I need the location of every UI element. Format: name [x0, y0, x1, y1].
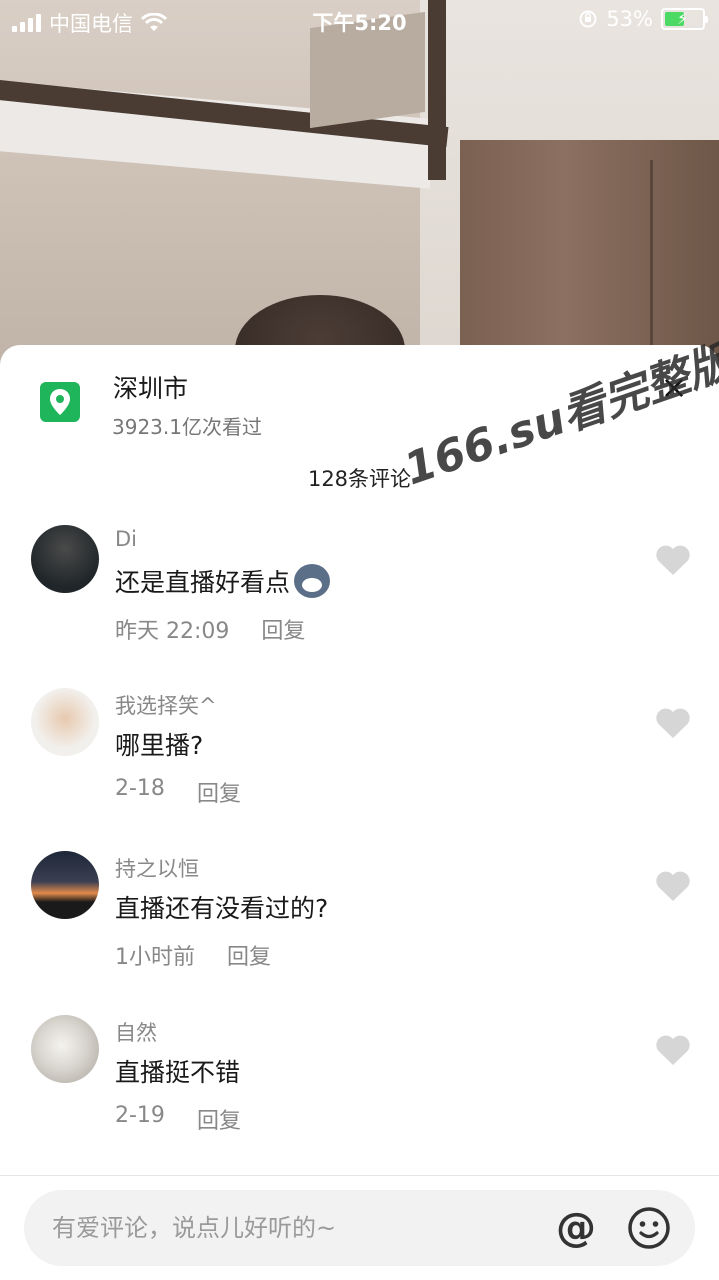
- comment-item[interactable]: Di 还是直播好看点 昨天 22:09 回复: [0, 525, 719, 675]
- comment-meta: 2-18 回复: [115, 776, 241, 808]
- comment-time: 1小时前: [115, 945, 195, 970]
- heart-icon[interactable]: [655, 1033, 691, 1067]
- wolf-face-icon: [294, 564, 331, 598]
- comment-meta: 1小时前 回复: [115, 939, 271, 971]
- avatar[interactable]: [31, 851, 99, 919]
- comment-item[interactable]: 我选择笑^ 哪里播? 2-18 回复: [0, 688, 719, 838]
- comment-author[interactable]: 持之以恒: [115, 853, 199, 883]
- at-mention-button[interactable]: @: [552, 1204, 600, 1252]
- reply-button[interactable]: 回复: [197, 1103, 241, 1135]
- reply-button[interactable]: 回复: [227, 939, 271, 971]
- status-bar: 中国电信 下午5:20 53% ⚡: [0, 0, 719, 40]
- video-background: [0, 0, 719, 380]
- comment-meta: 昨天 22:09 回复: [115, 613, 305, 645]
- comment-count: 128条评论: [307, 467, 412, 491]
- comment-text: 直播还有没看过的?: [115, 894, 329, 923]
- rotation-lock-icon: [579, 10, 597, 28]
- battery-percent: 53%: [606, 7, 653, 31]
- avatar[interactable]: [31, 1015, 99, 1083]
- comment-text: 哪里播?: [115, 731, 204, 760]
- comment-sheet: 深圳市 3923.1亿次看过 × 166.su看完整版 128条评论 Di 还是…: [0, 336, 719, 1280]
- heart-icon[interactable]: [655, 869, 691, 903]
- location-name[interactable]: 深圳市: [113, 369, 188, 405]
- location-view-count: 3923.1亿次看过: [112, 415, 262, 439]
- location-pin-icon: [40, 382, 80, 422]
- emoji-smile-icon[interactable]: [627, 1206, 671, 1250]
- comment-meta: 2-19 回复: [115, 1103, 241, 1135]
- comment-time: 昨天 22:09: [115, 619, 230, 644]
- comment-time: 2-19: [115, 1103, 165, 1128]
- comment-text: 还是直播好看点: [115, 563, 331, 599]
- comment-author[interactable]: 我选择笑^: [115, 690, 217, 720]
- heart-icon[interactable]: [655, 706, 691, 740]
- avatar[interactable]: [31, 688, 99, 756]
- comment-input[interactable]: [52, 1208, 512, 1248]
- comment-time: 2-18: [115, 776, 165, 801]
- heart-icon[interactable]: [655, 543, 691, 577]
- comment-author[interactable]: Di: [115, 527, 137, 551]
- comment-item[interactable]: 自然 直播挺不错 2-19 回复: [0, 1015, 719, 1165]
- reply-button[interactable]: 回复: [261, 613, 305, 645]
- comment-author[interactable]: 自然: [115, 1017, 157, 1047]
- comment-input-bar: @: [24, 1190, 695, 1266]
- avatar[interactable]: [31, 525, 99, 593]
- reply-button[interactable]: 回复: [197, 776, 241, 808]
- divider: [0, 1175, 719, 1176]
- comment-item[interactable]: 持之以恒 直播还有没看过的? 1小时前 回复: [0, 851, 719, 1001]
- comment-text: 直播挺不错: [115, 1058, 241, 1087]
- battery-icon: ⚡: [661, 8, 708, 30]
